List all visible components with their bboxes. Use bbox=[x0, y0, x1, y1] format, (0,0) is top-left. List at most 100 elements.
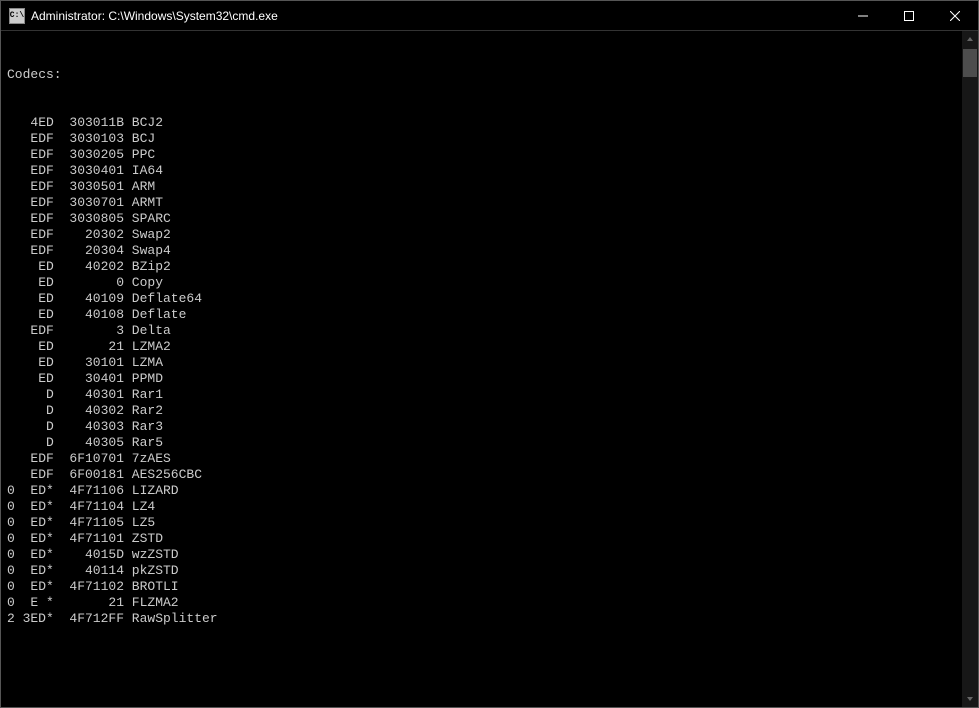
codec-row: EDF6F00181AES256CBC bbox=[7, 467, 956, 483]
codec-name: LZ5 bbox=[124, 515, 155, 531]
codec-flags: ED* bbox=[15, 547, 54, 563]
codec-row: D40303Rar3 bbox=[7, 419, 956, 435]
codecs-header: Codecs: bbox=[7, 67, 956, 83]
codec-row: D40305Rar5 bbox=[7, 435, 956, 451]
codec-row: EDF3030501ARM bbox=[7, 179, 956, 195]
codec-flags: EDF bbox=[15, 323, 54, 339]
codec-row: 0E *21FLZMA2 bbox=[7, 595, 956, 611]
codec-row: EDF20302Swap2 bbox=[7, 227, 956, 243]
codec-id: 0 bbox=[54, 275, 124, 291]
codec-name: LZMA bbox=[124, 355, 163, 371]
codec-flags: D bbox=[15, 403, 54, 419]
codec-id: 4F71104 bbox=[54, 499, 124, 515]
codec-name: Swap2 bbox=[124, 227, 171, 243]
codec-col1 bbox=[7, 371, 15, 387]
codec-id: 4F71105 bbox=[54, 515, 124, 531]
codec-col1: 0 bbox=[7, 563, 15, 579]
codec-col1: 0 bbox=[7, 595, 15, 611]
codec-id: 303011B bbox=[54, 115, 124, 131]
codec-name: ZSTD bbox=[124, 531, 163, 547]
codec-col1 bbox=[7, 323, 15, 339]
codec-row: 0ED*4F71106LIZARD bbox=[7, 483, 956, 499]
codec-id: 4F71101 bbox=[54, 531, 124, 547]
codec-flags: EDF bbox=[15, 131, 54, 147]
blank-line bbox=[7, 659, 956, 675]
codec-id: 40305 bbox=[54, 435, 124, 451]
codec-flags: ED* bbox=[15, 499, 54, 515]
codec-col1: 0 bbox=[7, 547, 15, 563]
codec-flags: ED* bbox=[15, 579, 54, 595]
codec-name: ARMT bbox=[124, 195, 163, 211]
titlebar[interactable]: C:\ Administrator: C:\Windows\System32\c… bbox=[1, 1, 978, 31]
codec-id: 4F71106 bbox=[54, 483, 124, 499]
codec-name: Deflate bbox=[124, 307, 186, 323]
codec-name: LIZARD bbox=[124, 483, 179, 499]
codec-id: 40202 bbox=[54, 259, 124, 275]
vertical-scrollbar[interactable] bbox=[962, 31, 978, 707]
codec-col1 bbox=[7, 147, 15, 163]
codec-name: BZip2 bbox=[124, 259, 171, 275]
codec-id: 4F71102 bbox=[54, 579, 124, 595]
codec-col1 bbox=[7, 419, 15, 435]
codec-name: LZ4 bbox=[124, 499, 155, 515]
codec-col1 bbox=[7, 227, 15, 243]
codec-col1: 2 bbox=[7, 611, 15, 627]
codec-col1 bbox=[7, 163, 15, 179]
codec-col1: 0 bbox=[7, 579, 15, 595]
codec-col1 bbox=[7, 259, 15, 275]
codec-col1 bbox=[7, 387, 15, 403]
codec-row: 0ED*4F71102BROTLI bbox=[7, 579, 956, 595]
codec-id: 40301 bbox=[54, 387, 124, 403]
codec-name: RawSplitter bbox=[124, 611, 218, 627]
codec-row: EDF3030805SPARC bbox=[7, 211, 956, 227]
close-button[interactable] bbox=[932, 1, 978, 30]
codec-name: Delta bbox=[124, 323, 171, 339]
codec-name: pkZSTD bbox=[124, 563, 179, 579]
codec-flags: ED* bbox=[15, 483, 54, 499]
codec-col1 bbox=[7, 243, 15, 259]
codec-id: 30401 bbox=[54, 371, 124, 387]
codec-col1: 0 bbox=[7, 515, 15, 531]
codec-id: 3030103 bbox=[54, 131, 124, 147]
codec-flags: ED bbox=[15, 307, 54, 323]
codec-flags: ED* bbox=[15, 531, 54, 547]
codec-id: 4F712FF bbox=[54, 611, 124, 627]
codec-flags: D bbox=[15, 387, 54, 403]
codec-col1: 0 bbox=[7, 531, 15, 547]
codec-col1 bbox=[7, 435, 15, 451]
maximize-button[interactable] bbox=[886, 1, 932, 30]
codec-id: 6F00181 bbox=[54, 467, 124, 483]
codec-flags: EDF bbox=[15, 211, 54, 227]
codec-row: D40301Rar1 bbox=[7, 387, 956, 403]
terminal-output[interactable]: Codecs: 4ED303011BBCJ2 EDF3030103BCJ EDF… bbox=[1, 31, 962, 707]
codec-row: 0ED*40114pkZSTD bbox=[7, 563, 956, 579]
codec-id: 3030805 bbox=[54, 211, 124, 227]
codec-col1 bbox=[7, 467, 15, 483]
codec-flags: D bbox=[15, 435, 54, 451]
codec-id: 21 bbox=[54, 339, 124, 355]
codec-id: 3030401 bbox=[54, 163, 124, 179]
codec-flags: D bbox=[15, 419, 54, 435]
codec-name: FLZMA2 bbox=[124, 595, 179, 611]
codec-name: BCJ bbox=[124, 131, 155, 147]
scrollbar-thumb[interactable] bbox=[963, 49, 977, 77]
scroll-down-arrow-icon[interactable] bbox=[962, 691, 978, 707]
codec-flags: ED bbox=[15, 259, 54, 275]
codec-name: ARM bbox=[124, 179, 155, 195]
codec-name: BCJ2 bbox=[124, 115, 163, 131]
codec-flags: EDF bbox=[15, 179, 54, 195]
codec-flags: EDF bbox=[15, 195, 54, 211]
codec-flags: EDF bbox=[15, 147, 54, 163]
codec-row: 23ED*4F712FFRawSplitter bbox=[7, 611, 956, 627]
codec-name: Rar1 bbox=[124, 387, 163, 403]
codec-col1: 0 bbox=[7, 499, 15, 515]
codec-id: 6F10701 bbox=[54, 451, 124, 467]
codec-id: 3030501 bbox=[54, 179, 124, 195]
codec-name: wzZSTD bbox=[124, 547, 179, 563]
scroll-up-arrow-icon[interactable] bbox=[962, 31, 978, 47]
minimize-button[interactable] bbox=[840, 1, 886, 30]
codec-name: BROTLI bbox=[124, 579, 179, 595]
codec-flags: ED bbox=[15, 275, 54, 291]
codec-row: 0ED*4F71104LZ4 bbox=[7, 499, 956, 515]
codec-col1 bbox=[7, 355, 15, 371]
